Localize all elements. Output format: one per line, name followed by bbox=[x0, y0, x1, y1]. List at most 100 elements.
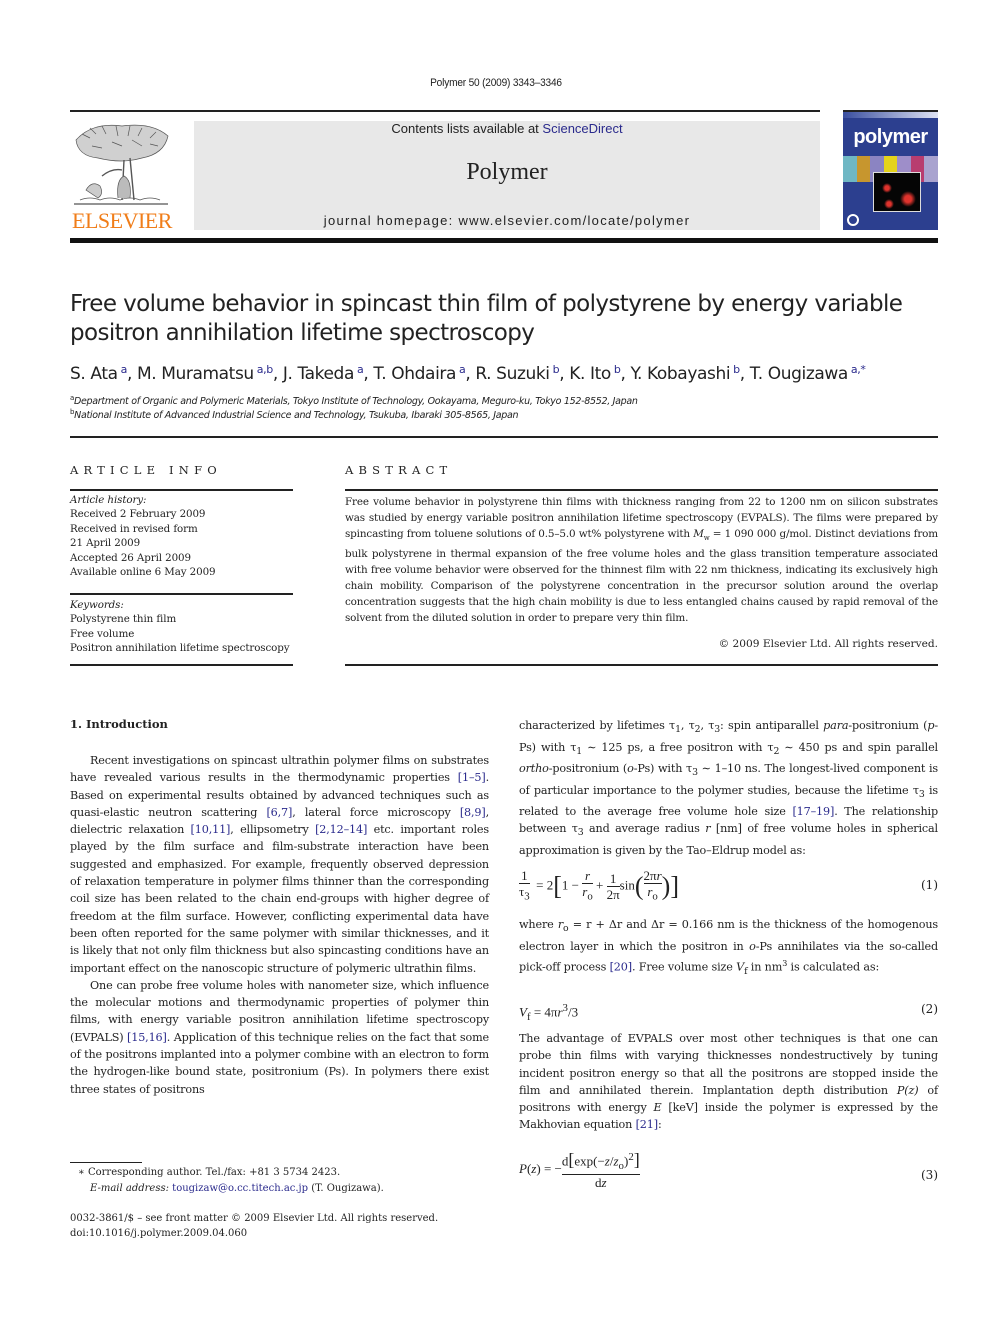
mw-value: = 1 090 000 g/mol. bbox=[709, 528, 812, 540]
author[interactable]: M. Muramatsu bbox=[137, 364, 254, 384]
paragraph: One can probe free volume holes with nan… bbox=[70, 978, 490, 1096]
equation-3: P(z) = − d[exp(−z/zo)2] dz (3) bbox=[519, 1149, 938, 1190]
author-affiliation-marker[interactable]: a bbox=[459, 363, 466, 376]
header-rule bbox=[70, 110, 820, 112]
body-right-column-top: characterized by lifetimes τ1, τ2, τ3: s… bbox=[519, 717, 938, 859]
cover-seal-icon bbox=[847, 214, 859, 226]
journal-name: Polymer bbox=[466, 159, 548, 185]
cover-title: polymer bbox=[853, 126, 928, 148]
abstract-part: Distinct deviations from bulk polystyren… bbox=[345, 528, 938, 625]
keywords: Keywords: Polystyrene thin film Free vol… bbox=[70, 598, 295, 656]
reference-link[interactable]: [6,7] bbox=[266, 806, 292, 819]
affiliation-text: Department of Organic and Polymeric Mate… bbox=[74, 396, 638, 407]
reference-link[interactable]: [21] bbox=[636, 1118, 659, 1131]
equation-1: 1 τ3 = 2[1 − r ro + 1 2π sin(2πr ro)] (1) bbox=[519, 868, 938, 903]
affiliation-b: bNational Institute of Advanced Industri… bbox=[70, 409, 940, 423]
body-left-column: Recent investigations on spincast ultrat… bbox=[70, 752, 489, 1098]
article-info-rule bbox=[70, 489, 293, 491]
history-item: Accepted 26 April 2009 bbox=[70, 551, 191, 564]
eq1-lhs: 1 τ3 bbox=[519, 868, 530, 903]
author-affiliation-marker[interactable]: b bbox=[553, 363, 560, 376]
footnotes: ∗ Corresponding author. Tel./fax: +81 3 … bbox=[70, 1165, 500, 1196]
journal-banner: Contents lists available at ScienceDirec… bbox=[194, 121, 820, 230]
journal-citation: Polymer 50 (2009) 3343–3346 bbox=[430, 77, 562, 89]
journal-homepage[interactable]: journal homepage: www.elsevier.com/locat… bbox=[194, 213, 820, 228]
elsevier-wordmark: ELSEVIER bbox=[72, 208, 172, 233]
reference-link[interactable]: [15,16] bbox=[127, 1031, 167, 1044]
author-affiliation-marker[interactable]: a,b bbox=[257, 363, 273, 376]
reference-link[interactable]: [20] bbox=[610, 961, 633, 974]
keywords-rule bbox=[70, 593, 293, 595]
author-affiliation-marker[interactable]: b bbox=[733, 363, 740, 376]
footnote-rule bbox=[70, 1162, 142, 1163]
issn-line: 0032-3861/$ – see front matter © 2009 El… bbox=[70, 1213, 439, 1224]
history-item: Received 2 February 2009 bbox=[70, 508, 206, 521]
article-info-heading: ARTICLE INFO bbox=[70, 463, 222, 477]
abstract-rule bbox=[345, 489, 938, 491]
body-right-column-mid: where ro = r + Δr and Δr = 0.166 nm is t… bbox=[519, 916, 938, 980]
abstract-text: Free volume behavior in polystyrene thin… bbox=[345, 494, 938, 626]
history-label: Article history: bbox=[70, 494, 147, 506]
author-affiliation-marker[interactable]: a bbox=[121, 363, 128, 376]
keyword: Polystyrene thin film bbox=[70, 613, 177, 626]
affiliation-text: National Institute of Advanced Industria… bbox=[74, 410, 519, 421]
author[interactable]: S. Ata bbox=[70, 364, 118, 384]
equation-2: Vf = 4πr3/3 (2) bbox=[519, 1002, 938, 1023]
keyword: Positron annihilation lifetime spectrosc… bbox=[70, 642, 290, 655]
abstract-heading: ABSTRACT bbox=[345, 463, 453, 477]
author[interactable]: T. Ohdaira bbox=[373, 364, 456, 384]
author[interactable]: T. Ougizawa bbox=[750, 364, 849, 384]
sciencedirect-link[interactable]: ScienceDirect bbox=[542, 121, 622, 136]
body-right-column-bottom: The advantage of EVPALS over most other … bbox=[519, 1030, 938, 1134]
equation-number: (3) bbox=[921, 1168, 938, 1182]
author-list: S. Ata a, M. Muramatsu a,b, J. Takeda a,… bbox=[70, 363, 866, 384]
header-thick-rule bbox=[70, 238, 938, 243]
contents-prefix: Contents lists available at bbox=[391, 121, 543, 136]
article-title: Free volume behavior in spincast thin fi… bbox=[70, 291, 903, 346]
mw-symbol: M bbox=[693, 528, 704, 540]
affiliations: aDepartment of Organic and Polymeric Mat… bbox=[70, 395, 940, 423]
email-link[interactable]: tougizaw@o.cc.titech.ac.jp bbox=[172, 1183, 308, 1194]
author-affiliation-marker[interactable]: a bbox=[357, 363, 364, 376]
corresponding-author-note: ∗ Corresponding author. Tel./fax: +81 3 … bbox=[78, 1167, 341, 1178]
history-item: Received in revised form bbox=[70, 522, 198, 535]
reference-link[interactable]: [2,12–14] bbox=[315, 823, 367, 836]
front-matter: 0032-3861/$ – see front matter © 2009 El… bbox=[70, 1212, 500, 1241]
reference-link[interactable]: [17–19] bbox=[792, 805, 834, 818]
paragraph: The advantage of EVPALS over most other … bbox=[519, 1032, 939, 1132]
contents-available: Contents lists available at ScienceDirec… bbox=[194, 121, 820, 137]
email-suffix: (T. Ougizawa). bbox=[308, 1182, 384, 1194]
email-note: E-mail address: tougizaw@o.cc.titech.ac.… bbox=[70, 1181, 500, 1197]
paragraph: Recent investigations on spincast ultrat… bbox=[70, 754, 490, 975]
author-affiliation-marker[interactable]: a,* bbox=[851, 363, 866, 376]
reference-link[interactable]: [10,11] bbox=[191, 823, 231, 836]
cover-top-band bbox=[843, 112, 938, 118]
abstract-bottom-rule bbox=[345, 664, 938, 666]
keywords-bottom-rule bbox=[70, 664, 293, 666]
paragraph: characterized by lifetimes τ1, τ2, τ3: s… bbox=[519, 719, 939, 857]
author[interactable]: K. Ito bbox=[569, 364, 611, 384]
journal-cover-thumbnail[interactable]: polymer bbox=[843, 112, 938, 230]
paragraph: where ro = r + Δr and Δr = 0.166 nm is t… bbox=[519, 918, 939, 977]
keywords-label: Keywords: bbox=[70, 599, 124, 611]
author[interactable]: R. Suzuki bbox=[475, 364, 550, 384]
section-heading-introduction: 1. Introduction bbox=[70, 717, 168, 731]
elsevier-tree-icon bbox=[74, 124, 169, 205]
title-rule bbox=[70, 436, 938, 438]
email-label: E-mail address: bbox=[90, 1182, 173, 1194]
keyword: Free volume bbox=[70, 627, 135, 640]
equation-number: (2) bbox=[921, 1002, 938, 1016]
affiliation-a: aDepartment of Organic and Polymeric Mat… bbox=[70, 395, 940, 409]
history-item: Available online 6 May 2009 bbox=[70, 566, 216, 579]
author[interactable]: Y. Kobayashi bbox=[630, 364, 730, 384]
reference-link[interactable]: [8,9] bbox=[460, 806, 486, 819]
reference-link[interactable]: [1–5] bbox=[458, 771, 486, 784]
doi[interactable]: doi:10.1016/j.polymer.2009.04.060 bbox=[70, 1227, 500, 1242]
history-item: 21 April 2009 bbox=[70, 537, 141, 550]
author-affiliation-marker[interactable]: b bbox=[614, 363, 621, 376]
article-history: Article history: Received 2 February 200… bbox=[70, 493, 295, 579]
elsevier-logo[interactable]: ELSEVIER bbox=[70, 120, 174, 233]
cover-photo bbox=[873, 172, 921, 212]
abstract-copyright: © 2009 Elsevier Ltd. All rights reserved… bbox=[718, 638, 938, 650]
author[interactable]: J. Takeda bbox=[283, 364, 355, 384]
